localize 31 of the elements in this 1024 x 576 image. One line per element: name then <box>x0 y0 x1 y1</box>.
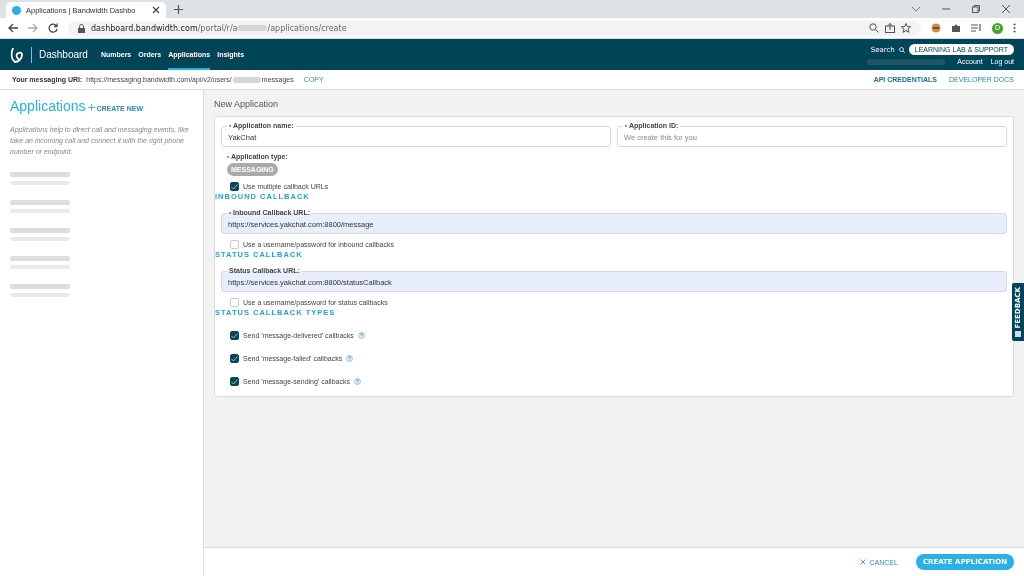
lock-icon <box>78 23 85 33</box>
bandwidth-logo-icon[interactable] <box>10 46 24 63</box>
redacted-block <box>237 25 268 31</box>
chevron-down-icon[interactable] <box>912 6 920 12</box>
share-icon[interactable] <box>885 23 895 33</box>
zoom-icon[interactable] <box>869 23 879 33</box>
search-icon[interactable] <box>898 46 905 53</box>
checkbox[interactable] <box>230 377 239 386</box>
reload-icon[interactable] <box>48 23 58 33</box>
star-icon[interactable] <box>901 23 911 33</box>
page-heading: New Application <box>214 99 280 109</box>
menu-icon[interactable] <box>1013 23 1016 33</box>
playlist-icon[interactable] <box>971 23 982 33</box>
close-icon[interactable] <box>152 6 160 14</box>
sidebar-title: Applications <box>10 98 86 114</box>
new-tab-icon[interactable] <box>174 5 183 14</box>
site-logo-icon <box>12 5 21 15</box>
checkbox[interactable] <box>230 331 239 340</box>
address-bar[interactable]: dashboard.bandwidth.com/portal/r/a /applications/create <box>68 20 921 36</box>
feedback-icon[interactable] <box>1015 331 1021 338</box>
restore-icon[interactable] <box>972 5 980 13</box>
close-icon[interactable] <box>1002 5 1010 13</box>
checkbox[interactable] <box>230 182 239 191</box>
redacted-block <box>232 76 261 83</box>
extension-icon[interactable] <box>931 23 941 33</box>
app-title: Dashboard <box>39 49 88 60</box>
checkbox[interactable] <box>230 354 239 363</box>
url-text: dashboard.bandwidth.com/portal/r/a <box>91 23 238 33</box>
url-text: /applications/create <box>267 23 347 33</box>
back-arrow-icon[interactable] <box>8 23 18 33</box>
close-icon <box>860 559 867 565</box>
